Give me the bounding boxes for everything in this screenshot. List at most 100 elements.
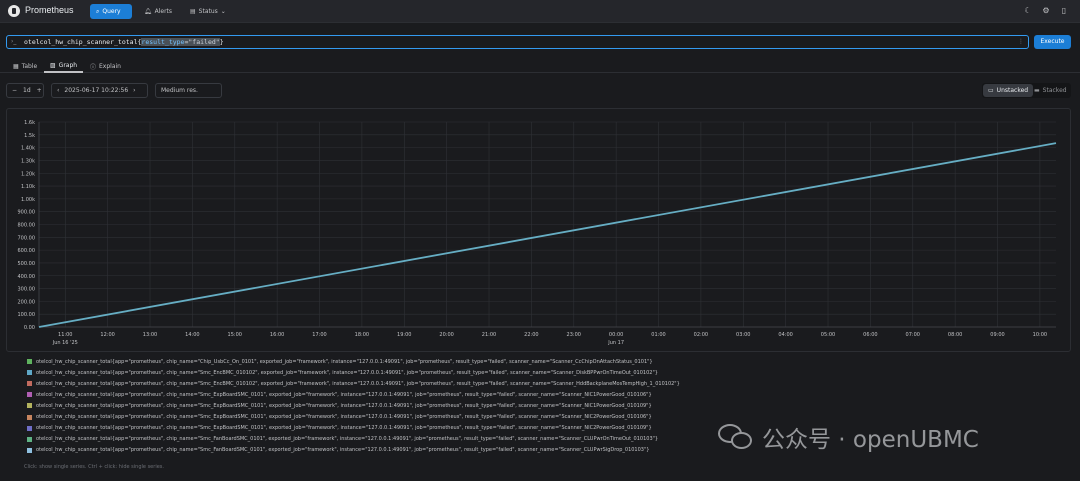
time-series-chart[interactable]: 0.00 100.00 200.00 300.00 400.00 500.00 600.00… <box>7 109 1072 353</box>
legend-item[interactable]: otelcol_hw_chip_scanner_total{app="prome… <box>27 434 827 445</box>
y-tick-label: 400.00 <box>18 274 36 280</box>
stacked-button[interactable]: ▬ Stacked <box>1029 84 1072 97</box>
x-tick-label: 22:00 <box>524 332 538 338</box>
x-tick-label: 20:00 <box>439 332 453 338</box>
x-tick-label: 03:00 <box>736 332 750 338</box>
tab-graph[interactable]: ▨ Graph <box>44 59 84 73</box>
resolution-select[interactable]: Medium res. <box>155 83 222 98</box>
nav-query-button[interactable]: ⌕ Query <box>90 4 132 19</box>
legend-label: otelcol_hw_chip_scanner_total{app="prome… <box>36 447 650 454</box>
legend-item[interactable]: otelcol_hw_chip_scanner_total{app="prome… <box>27 400 827 411</box>
legend-label: otelcol_hw_chip_scanner_total{app="prome… <box>36 358 653 365</box>
y-tick-label: 1.20k <box>21 171 35 177</box>
legend-swatch <box>27 403 32 409</box>
query-expression[interactable]: otelcol_hw_chip_scanner_total{result_typ… <box>24 38 224 46</box>
y-tick-label: 0.00 <box>24 325 35 331</box>
unstacked-icon: ▭ <box>988 87 994 94</box>
nav-status-button[interactable]: ▤ Status ⌄ <box>184 4 232 19</box>
y-tick-label: 1.00k <box>21 197 35 203</box>
info-icon: ⓘ <box>90 63 97 71</box>
legend-swatch <box>27 392 32 398</box>
end-time-prev-button[interactable]: ‹ <box>57 87 59 94</box>
tab-table[interactable]: ▦ Table <box>7 59 43 73</box>
y-tick-label: 500.00 <box>18 261 36 267</box>
x-tick-label: 05:00 <box>821 332 835 338</box>
legend-label: otelcol_hw_chip_scanner_total{app="prome… <box>36 380 680 387</box>
range-value[interactable]: 1d <box>23 87 31 94</box>
chart-grid <box>38 121 1056 328</box>
range-decrease-button[interactable]: − <box>12 87 17 94</box>
x-tick-label: 18:00 <box>355 332 369 338</box>
x-tick-label: 16:00 <box>270 332 284 338</box>
y-tick-label: 800.00 <box>18 223 36 229</box>
nav-alerts-button[interactable]: 🔔︎ Alerts <box>138 4 178 19</box>
unstacked-label: Unstacked <box>996 87 1029 94</box>
prometheus-logo-icon[interactable] <box>8 5 20 17</box>
legend-label: otelcol_hw_chip_scanner_total{app="prome… <box>36 436 659 443</box>
bell-icon: 🔔︎ <box>144 8 152 15</box>
gear-icon[interactable]: ⚙ <box>1041 6 1051 16</box>
end-time-input[interactable]: 2025-06-17 10:22:56 <box>64 87 128 94</box>
more-options-icon[interactable]: ⋮ <box>1018 38 1024 45</box>
nav-query-label: Query <box>102 8 121 15</box>
query-brace-close: } <box>219 38 224 46</box>
top-navbar: Prometheus ⌕ Query 🔔︎ Alerts ▤ Status ⌄ … <box>0 0 1080 23</box>
x-day-label: Jun 16 '25 <box>52 340 78 346</box>
legend-item[interactable]: otelcol_hw_chip_scanner_total{app="prome… <box>27 389 827 400</box>
y-tick-label: 1.5k <box>24 133 35 139</box>
end-time-control: ‹ 2025-06-17 10:22:56 › <box>51 83 148 98</box>
x-tick-label: 17:00 <box>312 332 326 338</box>
watermark: 公众号 · openUBMC <box>718 420 979 454</box>
series-line[interactable] <box>38 142 1057 328</box>
tab-explain[interactable]: ⓘ Explain <box>84 59 127 73</box>
moon-icon[interactable]: ☾ <box>1023 6 1033 16</box>
chart-series <box>38 142 1057 328</box>
view-tabs: ▦ Table ▨ Graph ⓘ Explain <box>0 57 1080 73</box>
app-title[interactable]: Prometheus <box>25 5 74 15</box>
stacked-icon: ▬ <box>1034 87 1040 94</box>
legend-swatch <box>27 381 32 387</box>
y-tick-label: 1.6k <box>24 120 35 126</box>
x-tick-label: 01:00 <box>651 332 665 338</box>
tab-graph-label: Graph <box>58 61 78 69</box>
legend-item[interactable]: otelcol_hw_chip_scanner_total{app="prome… <box>27 445 827 456</box>
legend-label: otelcol_hw_chip_scanner_total{app="prome… <box>36 391 652 398</box>
legend-swatch <box>27 436 32 442</box>
table-icon: ▦ <box>13 62 19 70</box>
legend-swatch <box>27 359 32 365</box>
stacked-label: Stacked <box>1042 87 1067 94</box>
legend-item[interactable]: otelcol_hw_chip_scanner_total{app="prome… <box>27 356 827 367</box>
range-increase-button[interactable]: + <box>37 87 42 94</box>
x-tick-label: 13:00 <box>143 332 157 338</box>
execute-button[interactable]: Execute <box>1034 35 1071 49</box>
terminal-prompt-icon: ›_ <box>11 38 17 45</box>
y-tick-label: 700.00 <box>18 235 36 241</box>
y-tick-label: 900.00 <box>18 210 36 216</box>
legend-swatch <box>27 447 32 453</box>
legend-label: otelcol_hw_chip_scanner_total{app="prome… <box>36 402 652 409</box>
end-time-next-button[interactable]: › <box>133 87 135 94</box>
x-tick-label: 10:00 <box>1033 332 1047 338</box>
query-input[interactable]: ›_ otelcol_hw_chip_scanner_total{result_… <box>6 35 1029 49</box>
legend-swatch <box>27 414 32 420</box>
chart-icon: ▨ <box>50 61 56 69</box>
legend-label: otelcol_hw_chip_scanner_total{app="prome… <box>36 425 652 432</box>
legend-item[interactable]: otelcol_hw_chip_scanner_total{app="prome… <box>27 411 827 422</box>
unstacked-button[interactable]: ▭ Unstacked <box>983 84 1034 97</box>
chevron-down-icon: ⌄ <box>220 8 226 15</box>
book-icon[interactable]: ▯ <box>1059 6 1069 16</box>
x-tick-label: 21:00 <box>482 332 496 338</box>
legend-item[interactable]: otelcol_hw_chip_scanner_total{app="prome… <box>27 378 827 389</box>
y-tick-label: 100.00 <box>18 312 36 318</box>
watermark-text: 公众号 · openUBMC <box>762 427 979 453</box>
server-icon: ▤ <box>190 8 196 15</box>
x-tick-label: 02:00 <box>694 332 708 338</box>
x-tick-label: 09:00 <box>990 332 1004 338</box>
nav-status-label: Status <box>198 8 218 15</box>
resolution-value: Medium res. <box>161 87 198 94</box>
graph-panel: 0.00 100.00 200.00 300.00 400.00 500.00 600.00… <box>6 108 1071 352</box>
legend-item[interactable]: otelcol_hw_chip_scanner_total{app="prome… <box>27 367 827 378</box>
search-icon: ⌕ <box>96 7 100 15</box>
legend-item[interactable]: otelcol_hw_chip_scanner_total{app="prome… <box>27 423 827 434</box>
y-tick-label: 1.30k <box>21 158 35 164</box>
